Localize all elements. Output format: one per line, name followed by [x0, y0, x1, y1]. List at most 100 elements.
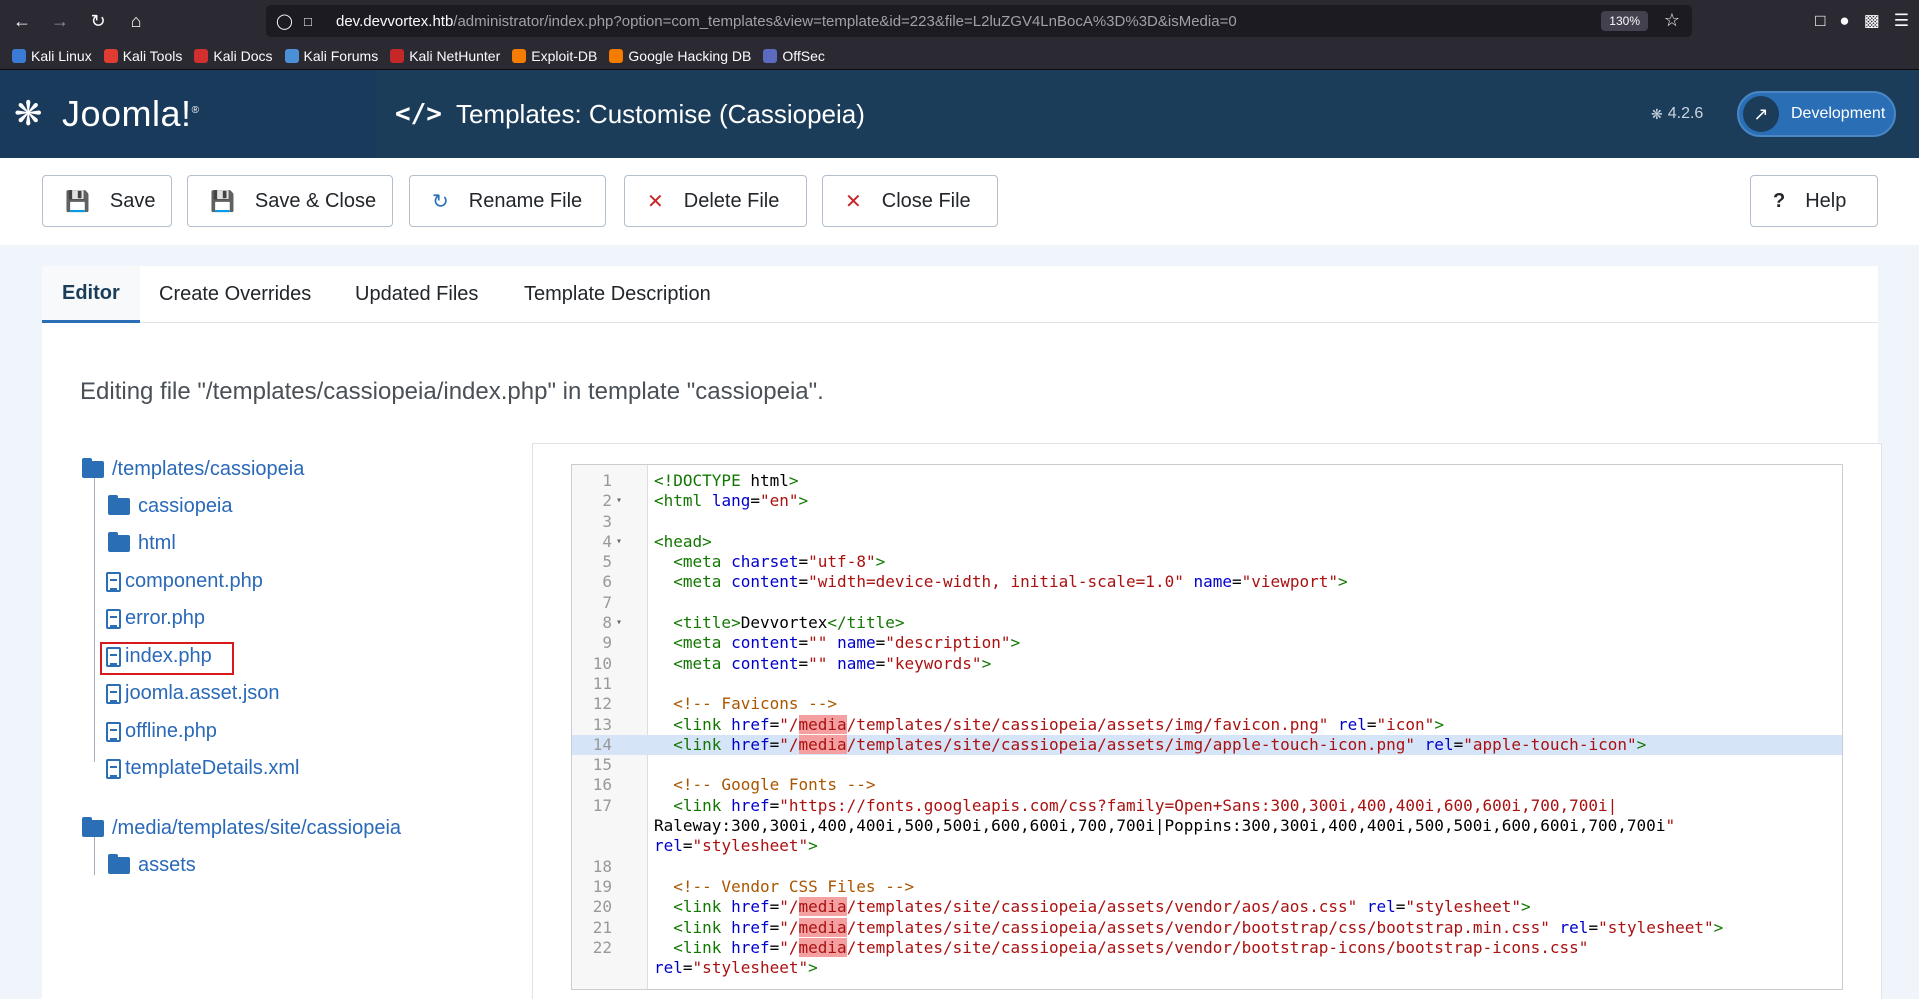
bookmark-google-hacking-db[interactable]: Google Hacking DB — [609, 48, 751, 64]
tree-folder-media-templates[interactable]: /media/templates/site/cassiopeia — [82, 817, 401, 840]
forward-icon[interactable]: → — [44, 5, 76, 37]
nethunter-icon — [390, 48, 405, 63]
refresh-icon: ↻ — [432, 190, 449, 213]
code-line[interactable]: 3 — [572, 512, 1842, 532]
bookmark-exploit-db[interactable]: Exploit-DB — [512, 48, 597, 64]
file-icon — [106, 608, 121, 629]
save-button[interactable]: 💾 Save — [42, 175, 172, 227]
browser-right-icons: □ ● ▩ ☰ — [1815, 0, 1909, 42]
tab-editor[interactable]: Editor — [42, 266, 140, 323]
tree-folder-cassiopeia[interactable]: cassiopeia — [108, 495, 233, 518]
code-line[interactable]: 5 <meta charset="utf-8"> — [572, 552, 1842, 572]
code-line[interactable]: 22 <link href="/media/templates/site/cas… — [572, 937, 1842, 958]
line-number: 10 — [592, 653, 612, 673]
code-line[interactable]: 9 <meta content="" name="description"> — [572, 633, 1842, 653]
tree-file-error-php[interactable]: error.php — [106, 607, 205, 630]
tree-file-joomla-asset-json[interactable]: joomla.asset.json — [106, 682, 280, 705]
kali-forums-icon — [284, 48, 299, 63]
code-line[interactable]: 14 <link href="/media/templates/site/cas… — [572, 734, 1842, 756]
code-line[interactable]: 21 <link href="/media/templates/site/cas… — [572, 917, 1842, 938]
tab-template-description[interactable]: Template Description — [524, 266, 711, 323]
bookmark-kali-linux[interactable]: Kali Linux — [12, 48, 92, 64]
line-number: 21 — [592, 917, 612, 937]
tree-file-offline-php[interactable]: offline.php — [106, 720, 217, 743]
line-number: 12 — [592, 694, 612, 714]
code-line[interactable]: 8 ▾ <title>Devvortex</title> — [572, 613, 1842, 633]
site-preview-button[interactable]: ↗ Development — [1737, 91, 1896, 137]
menu-icon[interactable]: ☰ — [1894, 11, 1909, 31]
code-line[interactable]: 7 — [572, 593, 1842, 613]
code-line[interactable]: 1 <!DOCTYPE html> — [572, 471, 1842, 491]
line-number: 13 — [592, 714, 612, 734]
joomla-logo-icon: ❋ — [14, 95, 43, 133]
code-line[interactable]: rel="stylesheet"> — [572, 836, 1842, 856]
zoom-badge[interactable]: 130% — [1601, 11, 1648, 31]
code-line[interactable]: 11 — [572, 674, 1842, 694]
code-text: <html lang="en"> — [654, 491, 809, 511]
code-line[interactable]: 20 <link href="/media/templates/site/cas… — [572, 897, 1842, 917]
fold-arrow-icon[interactable]: ▾ — [616, 491, 622, 511]
joomla-small-icon: ❋ — [1651, 105, 1663, 122]
line-number: 17 — [592, 795, 612, 815]
account-icon[interactable]: ● — [1839, 11, 1849, 31]
tree-file-component-php[interactable]: component.php — [106, 570, 263, 593]
code-line[interactable]: rel="stylesheet"> — [572, 958, 1842, 978]
code-line[interactable]: 15 — [572, 755, 1842, 775]
home-icon[interactable]: ⌂ — [120, 5, 152, 37]
question-icon: ? — [1773, 189, 1786, 212]
star-icon[interactable]: ☆ — [1664, 10, 1680, 31]
fold-arrow-icon[interactable]: ▾ — [616, 613, 622, 633]
tree-folder-assets[interactable]: assets — [108, 854, 196, 877]
code-line[interactable]: 18 — [572, 857, 1842, 877]
bookmark-kali-forums[interactable]: Kali Forums — [284, 48, 378, 64]
line-number: 2 — [602, 491, 612, 511]
url-text[interactable]: dev.devvortex.htb/administrator/index.ph… — [336, 13, 1237, 30]
code-line[interactable]: 17 <link href="https://fonts.googleapis.… — [572, 796, 1842, 816]
bookmark-offsec[interactable]: OffSec — [763, 48, 825, 64]
code-line[interactable]: 4 ▾ <head> — [572, 532, 1842, 552]
rename-file-button[interactable]: ↻ Rename File — [409, 175, 606, 227]
line-number: 22 — [592, 937, 612, 957]
code-line[interactable]: 10 <meta content="" name="keywords"> — [572, 654, 1842, 674]
line-number: 18 — [592, 856, 612, 876]
code-line[interactable]: 12 <!-- Favicons --> — [572, 694, 1842, 714]
pocket-icon[interactable]: □ — [1815, 11, 1825, 31]
shield-icon[interactable]: ◯ — [276, 12, 294, 30]
kali-tools-icon — [103, 48, 118, 63]
tree-line — [94, 835, 95, 875]
reload-icon[interactable]: ↻ — [82, 5, 114, 37]
extensions-icon[interactable]: ▩ — [1864, 11, 1880, 31]
tree-folder-html[interactable]: html — [108, 532, 176, 555]
code-line[interactable]: 13 <link href="/media/templates/site/cas… — [572, 714, 1842, 735]
tree-folder-templates-cassiopeia[interactable]: /templates/cassiopeia — [82, 458, 304, 481]
close-file-button[interactable]: ✕ Close File — [822, 175, 998, 227]
code-text: rel="stylesheet"> — [654, 836, 818, 856]
tree-file-templatedetails-xml[interactable]: templateDetails.xml — [106, 757, 300, 780]
url-bar[interactable]: ◯ □ dev.devvortex.htb/administrator/inde… — [266, 5, 1692, 37]
file-icon — [106, 758, 121, 779]
joomla-logo[interactable]: ❋ Joomla!® — [0, 70, 376, 158]
code-line[interactable]: 6 <meta content="width=device-width, ini… — [572, 572, 1842, 592]
delete-file-button[interactable]: ✕ Delete File — [624, 175, 807, 227]
code-line[interactable]: Raleway:300,300i,400,400i,500,500i,600,6… — [572, 816, 1842, 836]
code-line[interactable]: 2 ▾ <html lang="en"> — [572, 491, 1842, 511]
fold-arrow-icon[interactable]: ▾ — [616, 532, 622, 552]
bookmark-kali-nethunter[interactable]: Kali NetHunter — [390, 48, 500, 64]
help-button[interactable]: ? Help — [1750, 175, 1878, 227]
bookmark-kali-docs[interactable]: Kali Docs — [194, 48, 273, 64]
tab-updated-files[interactable]: Updated Files — [355, 266, 478, 323]
code-line[interactable]: 19 <!-- Vendor CSS Files --> — [572, 877, 1842, 897]
joomla-header: ❋ Joomla!® </> Templates: Customise (Cas… — [0, 70, 1919, 158]
exploit-db-icon — [512, 48, 527, 63]
line-number: 7 — [602, 592, 612, 612]
code-text: rel="stylesheet"> — [654, 958, 818, 978]
tab-create-overrides[interactable]: Create Overrides — [159, 266, 311, 323]
save-close-button[interactable]: 💾 Save & Close — [187, 175, 393, 227]
url-host: dev.devvortex.htb — [336, 12, 454, 30]
back-icon[interactable]: ← — [6, 5, 38, 37]
code-text: <link href="/media/templates/site/cassio… — [673, 734, 1647, 754]
code-line[interactable]: 16 <!-- Google Fonts --> — [572, 775, 1842, 795]
bookmark-kali-tools[interactable]: Kali Tools — [103, 48, 182, 64]
lock-icon[interactable]: □ — [304, 14, 322, 29]
code-editor[interactable]: 1 <!DOCTYPE html> 2 ▾ <html lang="en"> 3 4 ▾ <he… — [571, 464, 1843, 990]
